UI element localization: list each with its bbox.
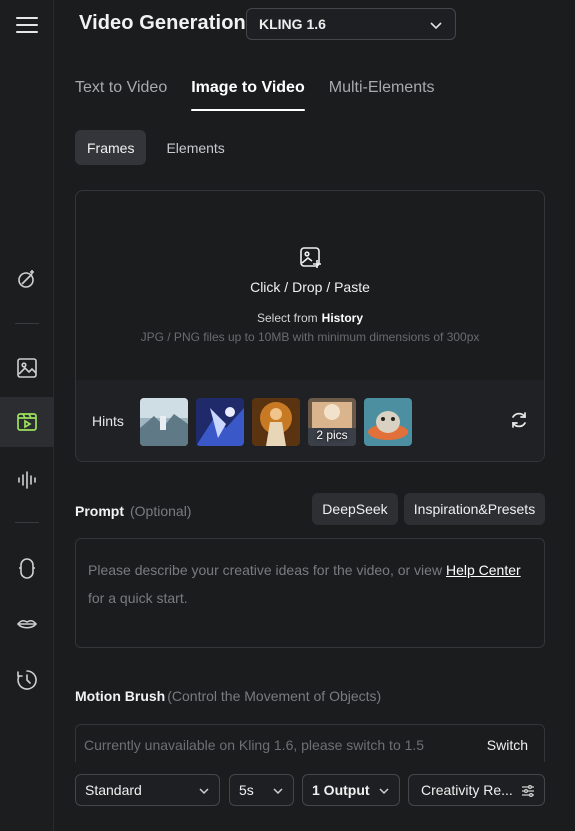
model-select[interactable]: KLING 1.6 — [246, 8, 456, 40]
inspiration-presets-button[interactable]: Inspiration&Presets — [404, 493, 545, 525]
prompt-title: Prompt — [75, 503, 124, 519]
header: Video Generation KLING 1.6 — [54, 0, 575, 48]
creativity-label: Creativity Re... — [421, 782, 513, 798]
help-center-link[interactable]: Help Center — [446, 562, 521, 578]
hints-row: Hints 2 pics — [76, 380, 544, 461]
chevron-down-icon — [199, 788, 209, 795]
motion-brush-label: Motion Brush (Control the Movement of Obj… — [75, 688, 381, 704]
subtab-frames[interactable]: Frames — [75, 130, 147, 165]
sidebar-item-audio[interactable] — [0, 455, 54, 505]
main-panel: Text to Video Image to Video Multi-Eleme… — [55, 48, 575, 831]
prompt-placeholder: Please describe your creative ideas for … — [88, 562, 446, 578]
chevron-down-icon — [273, 788, 283, 795]
deepseek-button[interactable]: DeepSeek — [312, 493, 398, 525]
sidebar-item-video[interactable] — [0, 397, 54, 447]
sidebar-divider — [15, 522, 39, 523]
video-icon — [17, 413, 37, 431]
sidebar-divider — [15, 323, 39, 324]
select-from-history: Select from History — [76, 311, 544, 325]
sidebar-item-history[interactable] — [0, 655, 54, 705]
tab-text-to-video[interactable]: Text to Video — [75, 79, 167, 107]
motion-brush-subtitle: (Control the Movement of Objects) — [167, 688, 382, 704]
duration-select[interactable]: 5s — [229, 774, 294, 806]
sidebar-item-image[interactable] — [0, 343, 54, 393]
tab-image-to-video[interactable]: Image to Video — [191, 79, 305, 111]
prompt-textarea[interactable]: Please describe your creative ideas for … — [75, 538, 545, 648]
hint-thumbnail[interactable] — [140, 398, 188, 446]
history-link[interactable]: History — [322, 311, 363, 325]
creativity-settings-button[interactable]: Creativity Re... — [408, 774, 545, 806]
lips-icon — [16, 619, 38, 629]
sidebar — [0, 0, 54, 831]
sub-tabs: Frames Elements — [75, 130, 245, 165]
chevron-down-icon — [430, 22, 442, 30]
upload-requirements: JPG / PNG files up to 10MB with minimum … — [140, 330, 480, 344]
prompt-label: Prompt (Optional) — [75, 503, 191, 519]
sidebar-item-magic[interactable] — [0, 254, 54, 304]
magic-wand-icon — [18, 270, 34, 288]
image-icon — [17, 358, 37, 378]
thumbnail-count-badge: 2 pics — [316, 428, 348, 442]
switch-button[interactable]: Switch — [487, 737, 528, 753]
duration-select-value: 5s — [239, 782, 254, 798]
motion-brush-title: Motion Brush — [75, 688, 166, 704]
mode-select-value: Standard — [85, 782, 142, 798]
mode-select[interactable]: Standard — [75, 774, 220, 806]
select-from-label: Select from — [256, 311, 318, 325]
sidebar-item-avatar[interactable] — [0, 543, 54, 593]
menu-button[interactable] — [0, 0, 54, 50]
upload-instruction: Click / Drop / Paste — [250, 279, 370, 295]
prompt-placeholder-end: for a quick start. — [88, 590, 188, 606]
hints-label: Hints — [92, 413, 124, 429]
image-upload-dropzone[interactable]: Click / Drop / Paste Select from History … — [75, 190, 545, 462]
refresh-icon[interactable] — [510, 411, 528, 429]
page-title: Video Generation — [79, 12, 246, 34]
hint-thumbnail[interactable] — [252, 398, 300, 446]
mode-tabs: Text to Video Image to Video Multi-Eleme… — [75, 79, 459, 111]
hint-thumbnail[interactable] — [196, 398, 244, 446]
hint-thumbnail[interactable] — [364, 398, 412, 446]
motion-brush-notice: Currently unavailable on Kling 1.6, plea… — [84, 737, 425, 753]
prompt-optional: (Optional) — [130, 503, 192, 519]
avatar-icon — [19, 558, 35, 579]
chevron-down-icon — [379, 788, 389, 795]
model-select-value: KLING 1.6 — [259, 16, 326, 32]
output-count-value: 1 Output — [312, 782, 370, 798]
tab-multi-elements[interactable]: Multi-Elements — [329, 79, 435, 107]
menu-icon — [16, 17, 38, 33]
history-icon — [17, 670, 37, 690]
output-count-select[interactable]: 1 Output — [302, 774, 400, 806]
hint-thumbnail-group[interactable]: 2 pics — [308, 398, 356, 446]
add-image-icon — [300, 247, 321, 268]
settings-bar: Standard 5s 1 Output Creativity Re... — [55, 762, 575, 831]
subtab-elements[interactable]: Elements — [154, 130, 236, 165]
sliders-icon — [522, 784, 534, 798]
sidebar-item-lipsync[interactable] — [0, 599, 54, 649]
audio-wave-icon — [18, 471, 36, 489]
